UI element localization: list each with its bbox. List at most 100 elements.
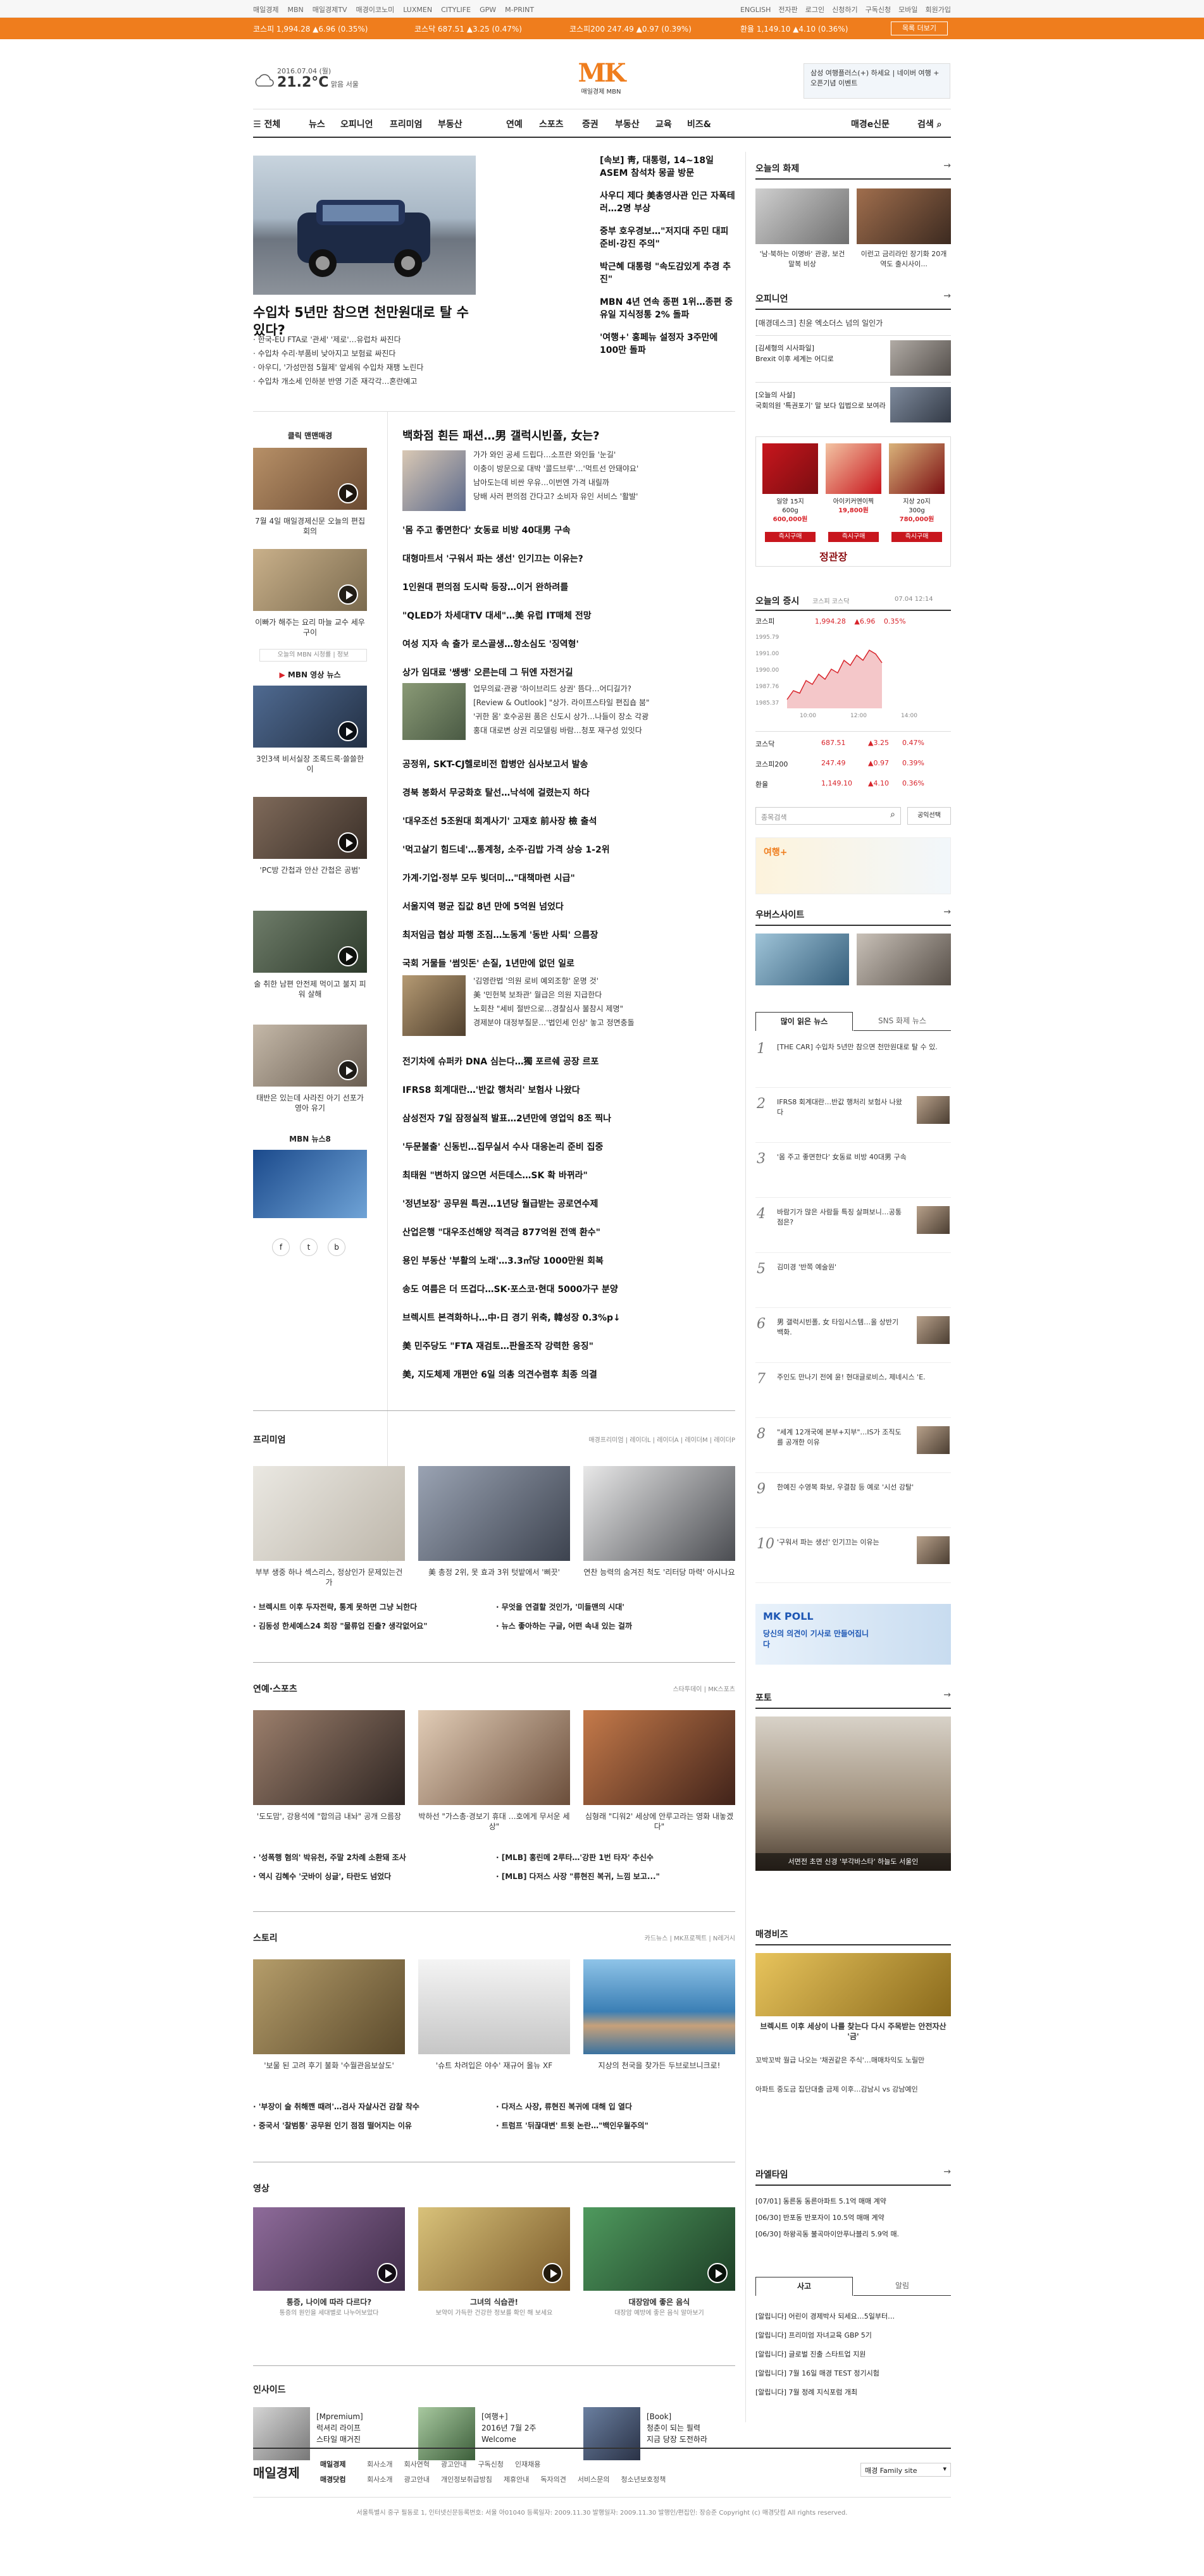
footer-brand-2[interactable]: 매경닷컴 <box>320 2474 345 2484</box>
story-card-1-caption[interactable]: '보물 된 고려 후기 불화 '수월관음보살도' <box>253 2061 405 2071</box>
feature-headline[interactable]: 백화점 흰든 패션…男 갤럭시빈폴, 女는? <box>402 430 735 443</box>
rail-video-1-caption[interactable]: 7월 4일 매일경제신문 오늘의 편집회의 <box>253 516 367 536</box>
story-tab[interactable]: MK프로젝트 <box>674 1935 707 1942</box>
video-card-1-title[interactable]: 통증, 나이에 따라 다르다? <box>253 2297 405 2307</box>
mbn-video-2-caption[interactable]: 'PC방 간첩과 안산 간첩은 공범' <box>253 865 367 875</box>
notice-item[interactable]: [알립니다] 7월 16일 매경 TEST 정기시험 <box>755 2364 951 2383</box>
assembly-sub[interactable]: 노회찬 "세비 절반으로…경찰심사 불참시 제명" <box>473 1002 735 1016</box>
story-card-1-image[interactable] <box>253 1959 405 2054</box>
story-tab[interactable]: 카드뉴스 <box>645 1935 668 1942</box>
today-1-image[interactable] <box>755 188 849 244</box>
footer-link[interactable]: 회사연혁 <box>404 2460 429 2468</box>
header-ad-banner[interactable]: 삼성 여행플러스(+) 하세요 | 네이버 여행 + 오픈기념 이벤트 <box>804 63 950 99</box>
news-item[interactable]: "QLED가 차세대TV 대세"…美 유럽 IT매체 전망 <box>402 609 592 622</box>
kospi-row[interactable]: 코스피 1,994.28 ▲6.96 0.35% <box>755 616 951 626</box>
premium-card-2-caption[interactable]: 美 총정 2위, 못 효과 3위 텃밭에서 '삐끗' <box>418 1567 570 1577</box>
news-item[interactable]: 가계·기업·정부 모두 빚더미…"대책마련 시급" <box>402 872 575 884</box>
insight-2-text[interactable]: [여행+] 2016년 7월 2주 Welcome <box>481 2411 576 2445</box>
news-item[interactable]: 송도 여름은 더 뜨겁다…SK·포스코·현대 5000가구 분양 <box>402 1283 618 1295</box>
account-link[interactable]: 신청하기 <box>832 6 857 14</box>
rail-tabs[interactable]: 오늘의 MBN 시청률 | 정보 <box>259 649 367 662</box>
stock-tab[interactable]: 코스닥 <box>832 598 850 605</box>
account-link[interactable]: 로그인 <box>805 6 824 14</box>
ticker-kospi[interactable]: 코스피 1,994.28 ▲6.96 (0.35%) <box>253 23 368 34</box>
footer-links-2[interactable]: 회사소개 광고안내 개인정보취급방침 제휴안내 독자의견 서비스문의 청소년보호정책 <box>367 2474 677 2484</box>
news-item[interactable]: 美 민주당도 "FTA 재검토…판을조작 강력한 응징" <box>402 1340 593 1352</box>
ticker-kosdaq[interactable]: 코스닥 687.51 ▲3.25 (0.47%) <box>414 23 522 34</box>
mkbiz-image[interactable] <box>755 1953 951 2016</box>
blog-icon[interactable]: b <box>328 1238 345 1256</box>
tab-alert[interactable]: 알림 <box>853 2277 951 2296</box>
news-item[interactable]: '대우조선 5조원대 회계사기' 고재호 前사장 檢 출석 <box>402 815 597 827</box>
premium-tab[interactable]: 매경프리미엄 <box>588 1437 623 1444</box>
brief-4[interactable]: MBN 4년 연속 종편 1위…종편 중 유일 지식정통 2% 돌파 <box>600 296 735 321</box>
story-link[interactable]: · 트럼프 '뒤끊대변' 트윗 논란…"백인우월주의" <box>496 2120 649 2131</box>
top-sub-0[interactable]: · 한국-EU FTA로 '관세' '제로'…유럽차 싸진다 <box>253 333 481 347</box>
nav-epaper[interactable]: 매경e신문 <box>851 118 890 130</box>
ent-title[interactable]: 연예·스포츠 <box>253 1682 297 1695</box>
notice-item[interactable]: [알립니다] 7월 정례 지식포럼 개최 <box>755 2383 951 2402</box>
brief-2[interactable]: 중부 호우경보…"저지대 주민 대피 준비·강진 주의" <box>600 225 735 250</box>
premium-card-1-image[interactable] <box>253 1466 405 1561</box>
ticker-exchange[interactable]: 환율 1,149.10 ▲4.10 (0.36%) <box>740 23 848 34</box>
video-card-3-image[interactable] <box>583 2207 735 2291</box>
rail-video-2-caption[interactable]: 이빠가 해주는 요리 마늘 교수 세우구이 <box>253 617 367 638</box>
brief-0[interactable]: [속보] 靑, 대통령, 14~18일 ASEM 참석차 몽골 방문 <box>600 154 735 180</box>
nav-item-edu[interactable]: 교육 <box>655 118 672 130</box>
news-item[interactable]: 美, 지도체제 개편안 6일 의총 의견수렴후 최종 의결 <box>402 1368 597 1381</box>
search-icon[interactable]: ⌕ <box>890 810 895 820</box>
most-read-item[interactable]: 5 김미경 '반쪽 예술원' <box>755 1257 951 1308</box>
rail-tab-info[interactable]: 정보 <box>337 651 349 658</box>
ent-card-1-image[interactable] <box>253 1710 405 1805</box>
store-sub[interactable]: '귀한 몸' 호수공원 품은 신도시 상가…나들이 장소 각광 <box>473 710 735 724</box>
assembly-sub[interactable]: '김영란법 '의원 로비 예외조항' 운명 것' <box>473 974 735 988</box>
footer-link[interactable]: 독자의견 <box>540 2475 566 2484</box>
family-link[interactable]: 매일경제TV <box>313 6 347 14</box>
footer-link[interactable]: 구독신청 <box>478 2460 503 2468</box>
insight-title[interactable]: 인사이드 <box>253 2383 286 2396</box>
today-2-image[interactable] <box>857 188 951 244</box>
video-card-1-image[interactable] <box>253 2207 405 2291</box>
arrow-right-icon[interactable]: → <box>943 1690 951 1700</box>
news-item[interactable]: 전기차에 슈퍼카 DNA 심는다…獨 포르쉐 공장 르포 <box>402 1055 599 1068</box>
ent-card-3-caption[interactable]: 심형래 "디워2' 세상에 안루고라는 영화 내놓겠다" <box>583 1811 735 1832</box>
news-item[interactable]: 여성 지자 속 출가 로스골생…항소심도 '징역형' <box>402 638 579 650</box>
brief-5[interactable]: '여행+' 홍페뉴 설정자 3주만에 100만 돌파 <box>600 331 735 357</box>
nav-item-realestate[interactable]: 부동산 <box>438 118 462 130</box>
footer-link[interactable]: 청소년보호정책 <box>621 2475 666 2484</box>
premium-card-1-caption[interactable]: 부부 생중 하나 섹스리스, 정상인가 문제있는건가 <box>253 1567 405 1587</box>
brief-3[interactable]: 박근혜 대통령 "속도감있게 추경 추진" <box>600 261 735 286</box>
premium-card-3-caption[interactable]: 연찬 능력의 숨겨진 척도 '리터당 마력' 아시나요 <box>583 1567 735 1577</box>
nav-item-biz[interactable]: 비즈& <box>687 118 711 130</box>
ent-tabs[interactable]: 스타투데이 | MK스포츠 <box>607 1684 735 1693</box>
news-item[interactable]: 국회 거물들 '썸잇돈' 손질, 1년만에 없던 일로 <box>402 957 574 970</box>
opinion-3[interactable]: [오늘의 사설] 국회의원 '특권포기' 말 보다 입법으로 보여라 <box>755 390 888 411</box>
news-item[interactable]: '몸 주고 좋면한다' 女동료 비방 40대男 구속 <box>402 524 571 536</box>
mbn-video-1-caption[interactable]: 3인3색 비서실장 조록드록·쓸쓸한이 <box>253 754 367 774</box>
opinion-2-image[interactable] <box>890 340 951 376</box>
mkbiz-title[interactable]: 매경비즈 <box>755 1928 788 1940</box>
most-read-item[interactable]: 9 한예진 수영복 화보, 우결참 등 예로 '시선 강탈' <box>755 1477 951 1528</box>
premium-tab[interactable]: 레이더P <box>714 1437 735 1444</box>
most-read-item[interactable]: 1 [THE CAR] 수입차 5년만 참으면 천만원대로 탈 수 있. <box>755 1037 951 1088</box>
ent-card-2-caption[interactable]: 박하선 "가스총·경보기 휴대 …호에게 무서운 세상" <box>418 1811 570 1832</box>
footer-link[interactable]: 광고안내 <box>441 2460 466 2468</box>
nav-item-news[interactable]: 뉴스 <box>309 118 325 130</box>
account-link[interactable]: ENGLISH <box>740 6 771 14</box>
premium-tab[interactable]: 레이더M <box>685 1437 707 1444</box>
most-read-item[interactable]: 7 주인도 만나기 전에 윤! 현대글로비스, 제네시스 'E. <box>755 1367 951 1418</box>
mbn-video-2[interactable] <box>253 797 367 859</box>
feature-sub[interactable]: 당배 사러 편의점 간다고? 소비자 유인 서비스 '활발' <box>473 490 735 503</box>
store-image[interactable] <box>402 683 466 740</box>
life-title[interactable]: 라엘타임 <box>755 2168 788 2181</box>
ticker-kospi200[interactable]: 코스피200 247.49 ▲0.97 (0.39%) <box>569 23 692 34</box>
photo-image[interactable]: 서면전 초면 신경 '부각바스타' 하늘도 서울인 <box>755 1716 951 1871</box>
tab-notice[interactable]: 사고 <box>755 2277 853 2296</box>
news-item[interactable]: 서울지역 평균 집값 8년 만에 5억원 넘었다 <box>402 900 564 913</box>
most-read-item[interactable]: 6 男 갤럭시빈폴, 女 타임시스템…올 상반기 백화. <box>755 1312 951 1363</box>
nav-item-estate[interactable]: 부동산 <box>615 118 640 130</box>
premium-link[interactable]: · 김동성 한세예스24 회장 "물류업 진출? 생각없어요" <box>253 1620 428 1631</box>
account-link[interactable]: 구독신청 <box>866 6 891 14</box>
family-link[interactable]: 매경이코노미 <box>356 6 394 14</box>
nav-item-ent[interactable]: 연예 <box>506 118 523 130</box>
